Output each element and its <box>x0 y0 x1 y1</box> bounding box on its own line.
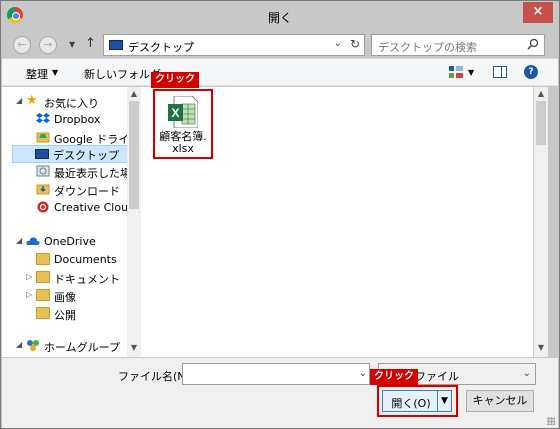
downloads-icon <box>36 184 50 195</box>
svg-text:X: X <box>171 106 179 120</box>
content-scroll-thumb[interactable] <box>536 101 546 145</box>
address-bar[interactable]: デスクトップ › ⌄ ↻ <box>103 34 365 56</box>
folder-icon <box>36 289 50 301</box>
view-dropdown-icon[interactable]: ▼ <box>468 68 474 77</box>
nav-homegroup-label: ホームグループ <box>44 341 121 354</box>
scroll-up-icon[interactable]: ▲ <box>127 89 141 101</box>
file-name: 顧客名簿. xlsx <box>155 131 211 155</box>
nav-item-label: Dropbox <box>54 113 101 126</box>
nav-item-public[interactable]: 公開 <box>2 305 130 323</box>
nav-scrollbar[interactable]: ▲ ▼ <box>127 87 141 357</box>
excel-file-icon: X <box>168 96 198 128</box>
nav-item-recent-places[interactable]: 最近表示した場所 <box>2 163 139 181</box>
nav-item-label: ドキュメント <box>54 273 120 286</box>
google-drive-icon <box>36 132 50 143</box>
address-row: ← → ▼ ↑ デスクトップ › ⌄ ↻ デスクトップの検索 <box>9 32 551 58</box>
file-list: X 顧客名簿. xlsx <box>141 87 533 357</box>
recent-locations-dropdown-icon[interactable]: ▼ <box>69 40 75 49</box>
file-name-line2: xlsx <box>172 142 194 155</box>
nav-item-label: 公開 <box>54 309 76 322</box>
filetype-value: ファイル <box>415 370 459 383</box>
scroll-down-icon[interactable]: ▼ <box>127 343 141 355</box>
dropbox-icon <box>36 113 50 123</box>
expand-icon[interactable]: ▷ <box>26 290 32 299</box>
folder-icon <box>36 253 50 265</box>
search-icon[interactable] <box>527 38 539 50</box>
search-input[interactable]: デスクトップの検索 <box>371 34 545 56</box>
desktop-icon <box>35 149 49 159</box>
filename-input[interactable]: ⌄ <box>182 363 370 385</box>
scroll-down-icon[interactable]: ▼ <box>534 343 548 355</box>
nav-item-downloads[interactable]: ダウンロード <box>2 181 130 199</box>
expand-icon[interactable]: ▷ <box>26 272 32 281</box>
nav-item-dropbox[interactable]: Dropbox <box>2 111 130 129</box>
filetype-dropdown-icon[interactable]: ⌄ <box>523 368 531 379</box>
collapse-icon[interactable]: ◢ <box>16 340 22 349</box>
nav-item-label: 画像 <box>54 291 76 304</box>
path-chevron-icon[interactable]: › <box>190 38 194 49</box>
toolbar: 整理 ▼ 新しいフォルダー ▼ ? <box>2 58 558 86</box>
nav-item-label: Creative Cloud <box>54 201 136 214</box>
click-callout-file: クリック <box>151 72 199 88</box>
nav-onedrive-label: OneDrive <box>44 235 96 248</box>
nav-item-desktop[interactable]: デスクトップ <box>12 145 128 163</box>
preview-pane-icon[interactable] <box>493 66 507 78</box>
recent-places-icon <box>36 165 50 177</box>
nav-onedrive[interactable]: ◢ OneDrive <box>2 233 130 251</box>
forward-button[interactable]: → <box>39 36 57 54</box>
nav-item-label: デスクトップ <box>53 149 119 162</box>
folder-icon <box>36 271 50 283</box>
open-dialog: 開く × ← → ▼ ↑ デスクトップ › ⌄ ↻ デスクトップの検索 整理 ▼… <box>0 0 560 429</box>
up-button[interactable]: ↑ <box>85 36 96 51</box>
nav-item-documents-jp[interactable]: ▷ ドキュメント <box>2 269 130 287</box>
cancel-button[interactable]: キャンセル <box>466 390 534 412</box>
nav-favorites[interactable]: ◢ ★ お気に入り <box>2 93 130 111</box>
collapse-icon[interactable]: ◢ <box>16 236 22 245</box>
help-button[interactable]: ? <box>524 65 538 79</box>
star-icon: ★ <box>26 93 38 108</box>
collapse-icon[interactable]: ◢ <box>16 96 22 105</box>
nav-item-label: ダウンロード <box>54 185 120 198</box>
address-dropdown-icon[interactable]: ⌄ <box>334 38 342 49</box>
change-view-icon[interactable] <box>449 66 463 78</box>
navigation-pane: ◢ ★ お気に入り Dropbox Google ドライブ デスクトップ 最近表… <box>2 87 140 357</box>
scroll-up-icon[interactable]: ▲ <box>534 89 548 101</box>
homegroup-icon <box>27 340 39 351</box>
filename-dropdown-icon[interactable]: ⌄ <box>359 368 367 379</box>
title-bar[interactable]: 開く × <box>1 1 559 31</box>
nav-item-documents[interactable]: Documents <box>2 251 130 269</box>
organize-button[interactable]: 整理 <box>26 66 48 82</box>
open-button[interactable]: 開く(O) ▼ <box>382 390 452 412</box>
window-title: 開く <box>267 11 292 25</box>
refresh-button[interactable]: ↻ <box>350 37 360 51</box>
onedrive-icon <box>26 237 40 245</box>
search-placeholder: デスクトップの検索 <box>378 41 477 54</box>
nav-scroll-thumb[interactable] <box>129 101 139 209</box>
content-scrollbar[interactable]: ▲ ▼ <box>534 87 548 357</box>
close-button[interactable]: × <box>523 2 553 23</box>
creative-cloud-icon <box>37 201 49 213</box>
nav-item-creative-cloud[interactable]: Creative Cloud <box>2 199 135 217</box>
file-item[interactable]: X 顧客名簿. xlsx <box>153 89 213 159</box>
nav-item-pictures[interactable]: ▷ 画像 <box>2 287 130 305</box>
resize-grip-icon[interactable] <box>547 417 555 425</box>
address-path[interactable]: デスクトップ <box>128 39 194 55</box>
nav-favorites-label: お気に入り <box>44 97 99 110</box>
open-button-label: 開く(O) <box>391 397 431 410</box>
nav-item-label: Documents <box>54 253 117 266</box>
organize-dropdown-icon[interactable]: ▼ <box>52 68 58 77</box>
desktop-icon <box>109 40 123 50</box>
back-button[interactable]: ← <box>13 36 31 54</box>
folder-icon <box>36 307 50 319</box>
click-callout-open: クリック <box>370 369 418 385</box>
bottom-bar: ファイル名(N): ⌄ ファイル ⌄ 開く(O) ▼ キャンセル <box>2 358 558 428</box>
nav-homegroup[interactable]: ◢ ホームグループ <box>2 337 130 355</box>
open-options-dropdown-icon[interactable]: ▼ <box>437 391 451 411</box>
